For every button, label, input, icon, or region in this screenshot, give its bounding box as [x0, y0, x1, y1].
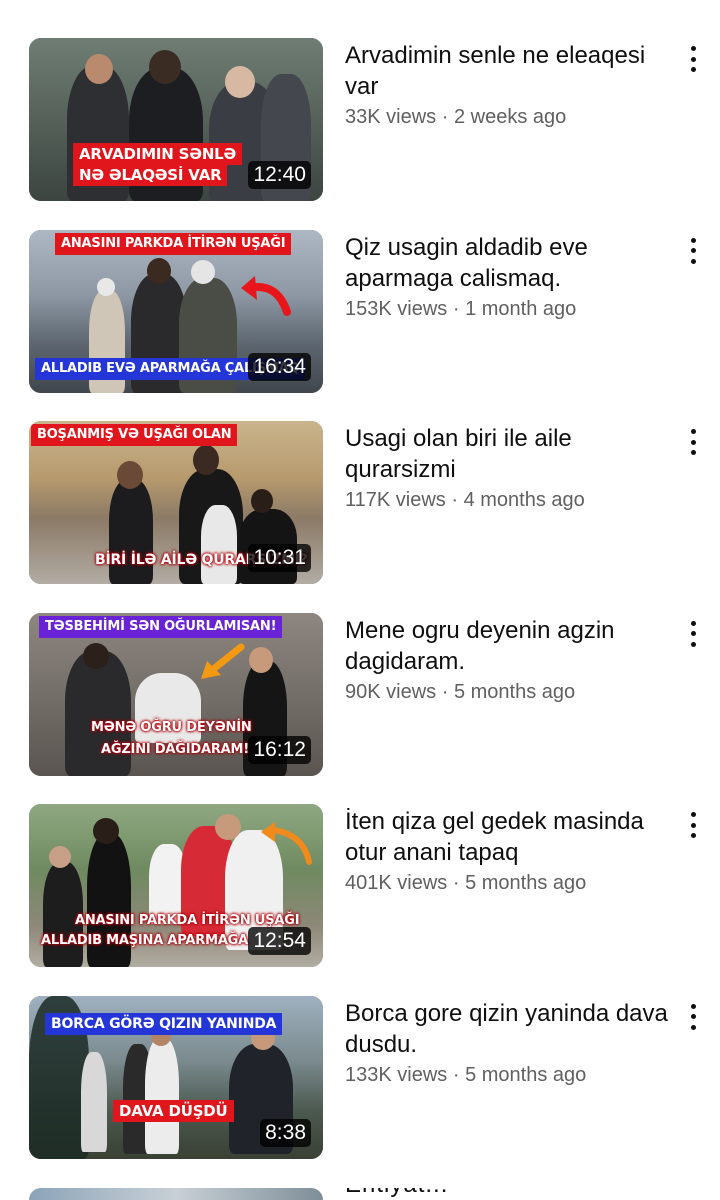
view-count: 117K views: [345, 489, 446, 511]
upload-age: 2 weeks ago: [453, 106, 567, 128]
video-duration: 8:38: [260, 1118, 311, 1147]
video-title[interactable]: Ehtiyat...: [345, 1188, 575, 1200]
thumbnail-caption: ANASINI PARKDA İTİRƏN UŞAĞI: [55, 232, 292, 255]
thumbnail-caption: AĞZINI DAĞIDARAM!: [101, 741, 249, 757]
video-title[interactable]: Usagi olan biri ile aile qurarsizmi: [345, 423, 675, 485]
next-video-item-partial[interactable]: Ehtiyat...: [0, 1188, 720, 1200]
thumbnail-caption: ARVADIMIN SƏNLƏ: [73, 143, 243, 165]
video-duration: 12:54: [248, 927, 311, 955]
view-count: 133K views: [345, 1063, 448, 1086]
view-count: 90K views: [345, 680, 437, 703]
video-list: ARVADIMIN SƏNLƏ NƏ ƏLAQƏSİ VAR 12:40 Arv…: [0, 38, 720, 1187]
upload-age: 5 months ago: [465, 1063, 587, 1086]
video-item[interactable]: TƏSBEHİMİ SƏN OĞURLAMISAN! MƏNƏ OĞRU DEY…: [0, 612, 720, 805]
separator: ·: [441, 106, 449, 128]
video-title[interactable]: İten qiza gel gedek masinda otur anani t…: [345, 806, 675, 868]
video-info: 117K views · 4 months ago: [345, 486, 675, 514]
video-thumbnail[interactable]: BOŞANMIŞ VƏ UŞAĞI OLAN BİRİ İLƏ AİLƏ QUR…: [29, 421, 323, 584]
video-title[interactable]: Qiz usagin aldadib eve aparmaga calismaq…: [345, 232, 675, 294]
video-title[interactable]: Arvadimin senle ne eleaqesi var: [345, 40, 675, 102]
thumbnail-caption: BORCA GÖRƏ QIZIN YANINDA: [45, 1012, 283, 1035]
thumbnail-caption: NƏ ƏLAQƏSİ VAR: [73, 164, 228, 186]
more-options-icon[interactable]: [679, 1002, 707, 1032]
more-options-icon[interactable]: [679, 44, 707, 74]
thumbnail-caption: MƏNƏ OĞRU DEYƏNİN: [91, 719, 252, 735]
video-title[interactable]: Borca gore qizin yaninda dava dusdu.: [345, 998, 675, 1060]
video-info: 33K views · 2 weeks ago: [345, 103, 675, 131]
video-item[interactable]: ANASINI PARKDA İTİRƏN UŞAĞI ALLADIB EVƏ …: [0, 229, 720, 422]
video-meta[interactable]: Usagi olan biri ile aile qurarsizmi 117K…: [345, 423, 675, 514]
more-options-icon[interactable]: [679, 619, 707, 649]
view-count: 401K views: [345, 872, 448, 894]
view-count: 153K views: [345, 297, 448, 320]
video-meta[interactable]: Arvadimin senle ne eleaqesi var 33K view…: [345, 40, 675, 131]
video-thumbnail[interactable]: ANASINI PARKDA İTİRƏN UŞAĞI ALLADIB MAŞI…: [29, 804, 323, 967]
separator: ·: [452, 297, 460, 320]
video-thumbnail[interactable]: [29, 1188, 323, 1200]
thumbnail-caption: BOŞANMIŞ VƏ UŞAĞI OLAN: [31, 424, 238, 446]
video-meta[interactable]: Qiz usagin aldadib eve aparmaga calismaq…: [345, 232, 675, 323]
video-duration: 16:12: [248, 735, 311, 764]
video-duration: 10:31: [248, 544, 311, 572]
video-item[interactable]: BORCA GÖRƏ QIZIN YANINDA DAVA DÜŞDÜ 8:38…: [0, 995, 720, 1188]
video-thumbnail[interactable]: TƏSBEHİMİ SƏN OĞURLAMISAN! MƏNƏ OĞRU DEY…: [29, 612, 323, 776]
video-item[interactable]: ANASINI PARKDA İTİRƏN UŞAĞI ALLADIB MAŞI…: [0, 804, 720, 996]
orange-arrow-icon: [201, 643, 245, 679]
red-arrow-icon: [241, 275, 291, 316]
video-thumbnail[interactable]: ANASINI PARKDA İTİRƏN UŞAĞI ALLADIB EVƏ …: [29, 229, 323, 393]
orange-arrow-icon: [261, 822, 312, 865]
view-count: 33K views: [345, 106, 437, 128]
thumbnail-caption: ALLADIB MAŞINA APARMAĞA: [41, 933, 249, 948]
separator: ·: [452, 1063, 460, 1086]
video-title[interactable]: Mene ogru deyenin agzin dagidaram.: [345, 615, 675, 677]
video-meta[interactable]: İten qiza gel gedek masinda otur anani t…: [345, 806, 675, 897]
more-options-icon[interactable]: [679, 810, 707, 840]
video-item[interactable]: ARVADIMIN SƏNLƏ NƏ ƏLAQƏSİ VAR 12:40 Arv…: [0, 38, 720, 230]
video-info: 133K views · 5 months ago: [345, 1061, 675, 1089]
video-title-text: Ehtiyat...: [345, 1188, 448, 1198]
video-item[interactable]: BOŞANMIŞ VƏ UŞAĞI OLAN BİRİ İLƏ AİLƏ QUR…: [0, 421, 720, 613]
more-options-icon[interactable]: [679, 236, 707, 266]
thumbnail-caption: DAVA DÜŞDÜ: [113, 1099, 234, 1122]
thumbnail-caption: TƏSBEHİMİ SƏN OĞURLAMISAN!: [39, 615, 283, 638]
separator: ·: [452, 872, 460, 894]
separator: ·: [441, 680, 449, 703]
more-options-icon[interactable]: [679, 427, 707, 457]
video-thumbnail[interactable]: BORCA GÖRƏ QIZIN YANINDA DAVA DÜŞDÜ 8:38: [29, 995, 323, 1159]
video-meta[interactable]: Borca gore qizin yaninda dava dusdu. 133…: [345, 998, 675, 1089]
upload-age: 5 months ago: [465, 872, 587, 894]
video-duration: 16:34: [248, 352, 311, 381]
video-info: 153K views · 1 month ago: [345, 295, 675, 323]
separator: ·: [451, 489, 459, 511]
video-meta[interactable]: Mene ogru deyenin agzin dagidaram. 90K v…: [345, 615, 675, 706]
video-info: 401K views · 5 months ago: [345, 869, 675, 897]
upload-age: 5 months ago: [453, 680, 576, 703]
video-thumbnail[interactable]: ARVADIMIN SƏNLƏ NƏ ƏLAQƏSİ VAR 12:40: [29, 38, 323, 201]
video-duration: 12:40: [248, 161, 311, 189]
upload-age: 4 months ago: [463, 489, 585, 511]
upload-age: 1 month ago: [465, 297, 577, 320]
video-info: 90K views · 5 months ago: [345, 678, 675, 706]
